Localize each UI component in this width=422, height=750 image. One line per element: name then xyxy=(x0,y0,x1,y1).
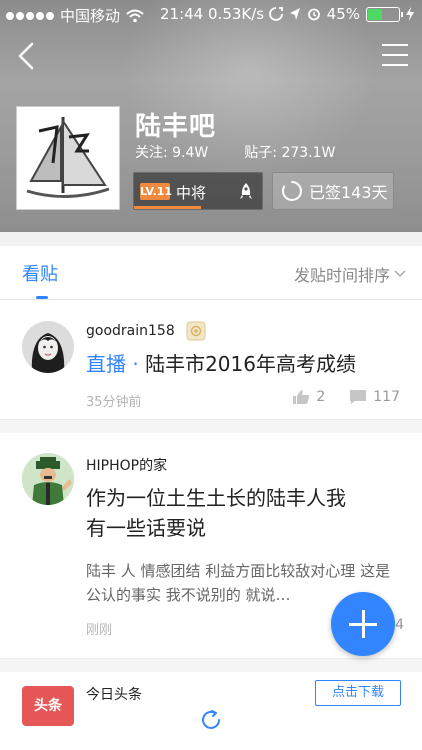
battery-fill xyxy=(368,8,382,20)
refresh-icon[interactable] xyxy=(199,708,223,732)
post-time: 35分钟前 xyxy=(86,395,142,410)
posts-label: 贴子: xyxy=(244,145,277,161)
member-badge-icon xyxy=(186,321,206,341)
post-title-line: 有一些话要说 xyxy=(86,516,206,540)
user-avatar-image xyxy=(22,321,74,373)
post-title[interactable]: 直播 · 陆丰市2016年高考成绩 xyxy=(86,349,356,379)
post-divider xyxy=(0,658,422,672)
post-username[interactable]: HIPHOP的家 xyxy=(86,455,167,475)
signed-text: 已签143天 xyxy=(309,183,388,202)
battery-percent: 45% xyxy=(326,5,360,23)
signed-in-button[interactable]: 已签143天 xyxy=(272,172,394,210)
carrier-label: 中国移动 xyxy=(60,7,121,25)
wifi-icon xyxy=(126,9,144,22)
signed-circle-icon xyxy=(282,181,302,201)
thumbs-up-icon[interactable] xyxy=(292,389,310,405)
post-username[interactable]: goodrain158 xyxy=(86,323,175,339)
location-icon xyxy=(289,8,300,20)
forum-title: 陆丰吧 xyxy=(135,112,217,142)
live-tag-separator: · xyxy=(126,352,146,376)
charging-icon xyxy=(406,7,414,21)
posts-count: 273.1W xyxy=(281,145,336,161)
sort-dropdown[interactable]: 发贴时间排序 xyxy=(294,262,406,286)
sort-label: 发贴时间排序 xyxy=(293,266,390,285)
follow-stat: 关注: 9.4W xyxy=(135,142,208,162)
menu-icon[interactable] xyxy=(382,44,408,66)
post-divider xyxy=(0,419,422,433)
comment-count: 4 xyxy=(395,617,404,633)
sync-icon xyxy=(268,7,283,21)
forum-header: 中国移动 21:44 0.53K/s 45% 陆丰吧 关注: 9.4W 贴子: … xyxy=(0,0,422,232)
level-button[interactable]: LV.11 中将 xyxy=(133,172,263,210)
post-title-line: 作为一位土生土长的陆丰人我 xyxy=(86,486,346,510)
status-bar: 中国移动 21:44 0.53K/s 45% xyxy=(0,0,422,28)
post-metrics: 2 117 xyxy=(292,389,400,405)
status-left: 中国移动 xyxy=(6,5,144,26)
net-speed: 0.53K/s xyxy=(208,5,265,23)
status-right: 45% xyxy=(268,5,414,23)
comment-count: 117 xyxy=(373,389,400,405)
comment-icon[interactable] xyxy=(349,389,367,405)
thread-item[interactable]: goodrain158 直播 · 陆丰市2016年高考成绩 35分钟前 2 11… xyxy=(0,301,422,419)
tab-indicator xyxy=(36,296,48,299)
back-icon[interactable] xyxy=(12,40,40,72)
new-post-button[interactable] xyxy=(331,592,395,656)
post-stat: 贴子: 273.1W xyxy=(244,142,335,162)
live-tag: 直播 xyxy=(86,352,126,376)
clock: 21:44 xyxy=(160,5,204,23)
user-avatar-image xyxy=(22,453,74,505)
level-badge: LV.11 xyxy=(140,183,173,200)
alarm-icon xyxy=(307,8,320,21)
chevron-down-icon xyxy=(394,270,406,278)
avatar[interactable] xyxy=(22,453,74,505)
post-metrics: 4 xyxy=(395,617,404,633)
tab-posts[interactable]: 看贴 xyxy=(22,260,58,286)
sailboat-logo-icon xyxy=(26,117,110,198)
ad-logo: 头条 xyxy=(22,686,74,726)
post-time: 刚刚 xyxy=(86,623,113,638)
download-button[interactable]: 点击下载 xyxy=(315,680,401,706)
battery-icon xyxy=(366,6,403,22)
signal-icon xyxy=(6,11,54,20)
follow-count: 9.4W xyxy=(172,145,209,161)
rocket-icon xyxy=(240,183,252,199)
follow-label: 关注: xyxy=(135,145,168,161)
ad-name: 今日头条 xyxy=(86,687,142,703)
level-progress-bar xyxy=(134,206,201,209)
post-title-text: 陆丰市2016年高考成绩 xyxy=(145,352,356,376)
status-center: 21:44 0.53K/s xyxy=(160,5,264,23)
level-title: 中将 xyxy=(176,184,207,202)
forum-logo[interactable] xyxy=(16,106,120,210)
forum-stats: 关注: 9.4W 贴子: 273.1W xyxy=(135,142,335,162)
avatar[interactable] xyxy=(22,321,74,373)
tab-bar: 看贴 发贴时间排序 xyxy=(0,246,422,300)
post-title[interactable]: 作为一位土生土长的陆丰人我 有一些话要说 xyxy=(86,483,346,543)
like-count: 2 xyxy=(316,389,326,405)
header-divider xyxy=(0,232,422,246)
